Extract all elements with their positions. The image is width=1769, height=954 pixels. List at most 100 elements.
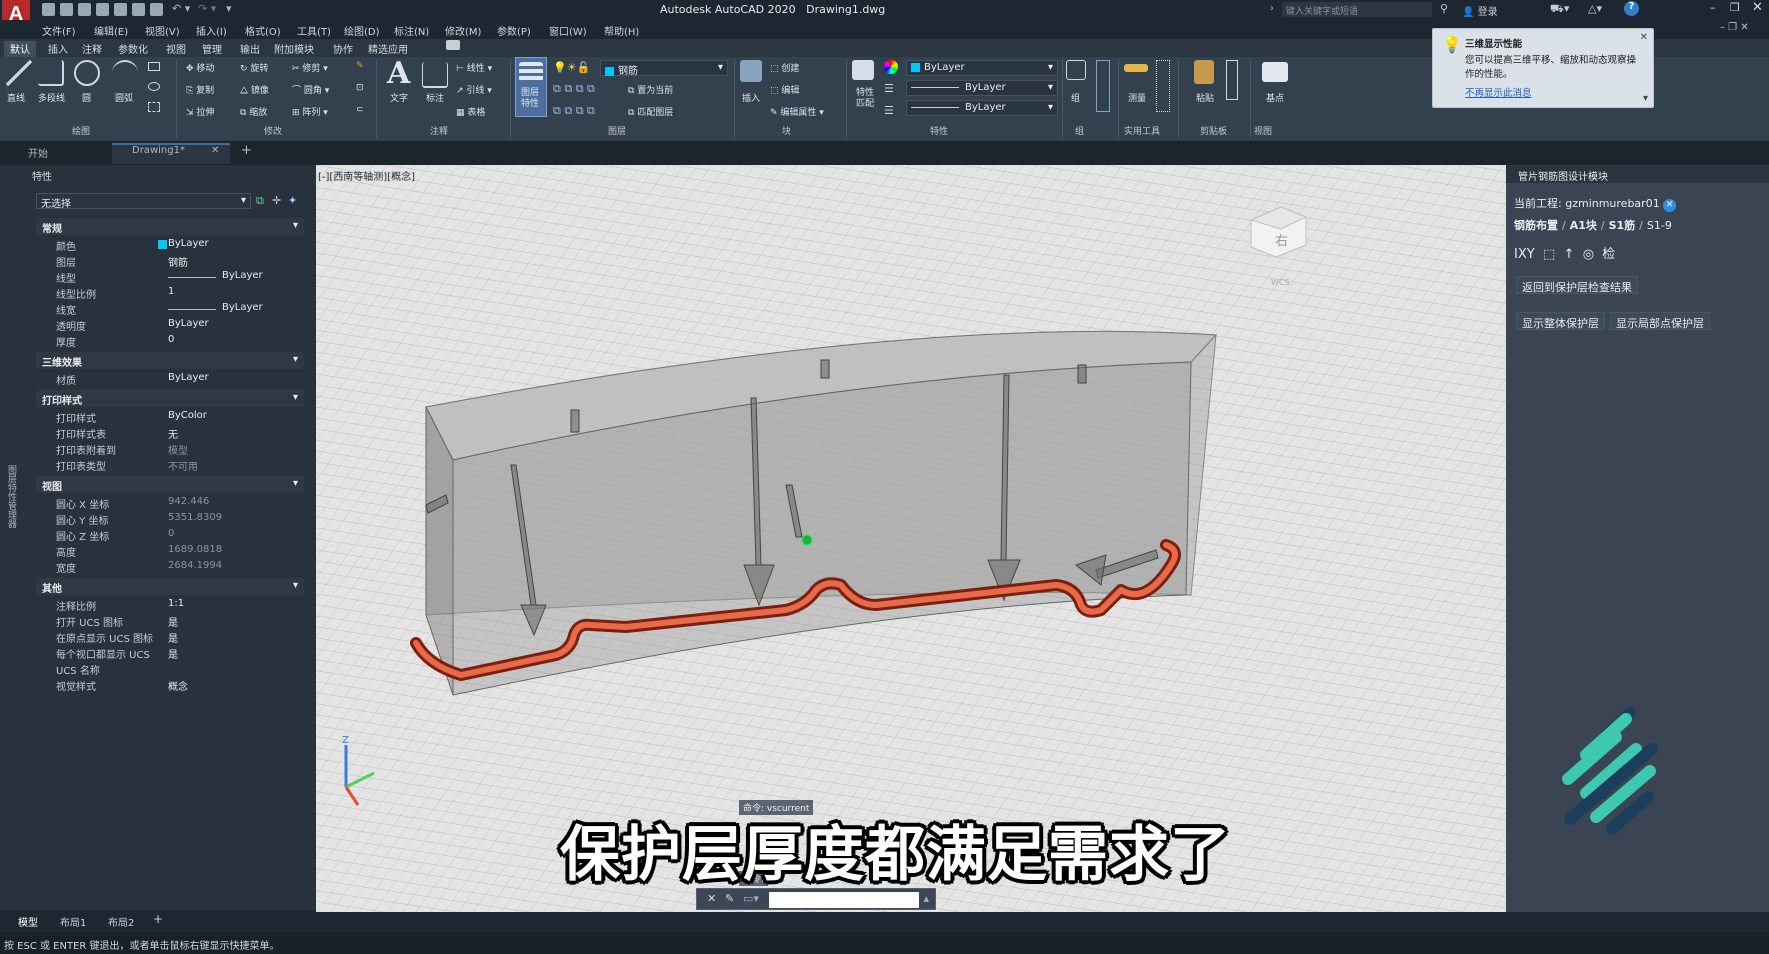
property-value[interactable]: 概念 bbox=[168, 678, 188, 693]
leader-button[interactable]: ↗ 引线 ▾ bbox=[456, 83, 492, 96]
a360-icon[interactable]: △▾ bbox=[1588, 2, 1602, 15]
ribbon-tab[interactable]: 插入 bbox=[42, 41, 74, 56]
property-value[interactable]: 是 bbox=[168, 630, 178, 645]
property-value[interactable]: 0 bbox=[168, 334, 174, 345]
quick-select-icon[interactable]: ⧉ bbox=[256, 194, 264, 208]
move-button[interactable]: ✥ 移动 bbox=[186, 61, 214, 74]
up-arrow-icon[interactable]: ↑ bbox=[1564, 247, 1575, 262]
insert-block-icon[interactable] bbox=[740, 60, 762, 82]
new-file-icon[interactable] bbox=[42, 3, 55, 16]
target-icon[interactable]: ◎ bbox=[1583, 247, 1594, 262]
array-button[interactable]: ⊞ 阵列 ▾ bbox=[292, 105, 328, 118]
set-current-button[interactable]: ⧉ 置为当前 bbox=[628, 83, 673, 96]
breadcrumb-item[interactable]: A1块 bbox=[1570, 219, 1597, 232]
property-value[interactable]: 1:1 bbox=[168, 598, 184, 609]
property-value[interactable]: 942.446 bbox=[168, 496, 209, 507]
tooltip-dismiss-link[interactable]: 不再显示此消息 bbox=[1465, 85, 1645, 99]
property-row[interactable]: 材质 ByLayer bbox=[36, 370, 304, 388]
ribbon-tab[interactable]: 精选应用 bbox=[362, 41, 414, 56]
layers-panel-label[interactable]: 图层 bbox=[608, 124, 626, 137]
property-value[interactable]: ByLayer bbox=[222, 270, 263, 281]
cloud-icon[interactable] bbox=[114, 3, 127, 16]
table-button[interactable]: ▦ 表格 bbox=[456, 105, 485, 118]
base-button[interactable]: 基点 bbox=[1266, 91, 1284, 104]
ribbon-tab[interactable]: 参数化 bbox=[112, 41, 154, 56]
search-arrow-icon[interactable]: › bbox=[1270, 3, 1274, 14]
layer-manager-side-label[interactable]: 图层特性管理器 bbox=[4, 465, 16, 528]
mirror-button[interactable]: ⧋ 镜像 bbox=[240, 83, 269, 96]
login-link[interactable]: 👤 登录 bbox=[1462, 3, 1498, 18]
cart-icon[interactable]: ⛟▾ bbox=[1550, 2, 1569, 17]
model-canvas[interactable]: Z 右 WCS bbox=[316, 165, 1506, 912]
hatch-icon[interactable] bbox=[148, 102, 160, 112]
close-icon[interactable]: ✕ bbox=[1640, 32, 1648, 43]
linetype-dropdown[interactable]: ByLayer ▾ bbox=[906, 80, 1058, 96]
base-view-icon[interactable] bbox=[1262, 62, 1288, 82]
stretch-button[interactable]: ⇲ 拉伸 bbox=[186, 105, 214, 118]
ellipse-icon[interactable] bbox=[148, 82, 160, 91]
ucs-origin-marker[interactable] bbox=[801, 534, 813, 546]
linetype-icon[interactable]: ☰ bbox=[884, 82, 894, 95]
breadcrumb-item[interactable]: S1筋 bbox=[1609, 219, 1636, 232]
clipboard-panel-label[interactable]: 剪贴板 bbox=[1200, 124, 1227, 137]
utility-tools-icon[interactable] bbox=[1156, 60, 1170, 112]
paste-button[interactable]: 粘贴 bbox=[1196, 91, 1214, 104]
view-panel-label[interactable]: 视图 bbox=[1254, 124, 1272, 137]
tab-model[interactable]: 模型 bbox=[18, 914, 38, 929]
property-value[interactable]: 是 bbox=[168, 646, 178, 661]
property-row[interactable]: 打印表类型 不可用 bbox=[36, 456, 304, 474]
paste-icon[interactable] bbox=[1194, 60, 1214, 84]
menu-item[interactable]: 参数(P) bbox=[497, 23, 531, 38]
save-icon[interactable] bbox=[78, 3, 91, 16]
property-value[interactable]: 无 bbox=[168, 426, 178, 441]
menu-item[interactable]: 窗口(W) bbox=[549, 23, 587, 38]
annotation-panel-label[interactable]: 注释 bbox=[430, 124, 448, 137]
drawing-viewport[interactable]: Z 右 WCS [-][西南等轴测][概念] 命令: vscurrent 命令:… bbox=[316, 165, 1506, 912]
pickadd-icon[interactable]: ✦ bbox=[288, 194, 297, 207]
return-to-check-results-button[interactable]: 返回到保护层检查结果 bbox=[1516, 276, 1638, 294]
minimize-icon[interactable]: – bbox=[1710, 1, 1716, 14]
polyline-icon[interactable] bbox=[38, 60, 64, 86]
pencil-icon[interactable]: ✎ bbox=[356, 61, 364, 71]
insert-button[interactable]: 插入 bbox=[742, 91, 760, 104]
lineweight-dropdown[interactable]: ByLayer ▾ bbox=[906, 100, 1058, 116]
open-file-icon[interactable] bbox=[60, 3, 73, 16]
menu-item[interactable]: 修改(M) bbox=[445, 23, 481, 38]
property-value[interactable]: 钢筋 bbox=[168, 254, 188, 269]
ribbon-tab[interactable]: 注释 bbox=[76, 41, 108, 56]
rotate-button[interactable]: ↻ 旋转 bbox=[240, 61, 268, 74]
modify-panel-label[interactable]: 修改 bbox=[264, 124, 282, 137]
undo-icon[interactable]: ↶ ▾ bbox=[172, 2, 190, 15]
ribbon-tab[interactable]: 协作 bbox=[327, 41, 359, 56]
add-tab-button[interactable]: + bbox=[241, 143, 252, 158]
redo-icon[interactable]: ↷ ▾ bbox=[198, 2, 216, 15]
color-wheel-icon[interactable] bbox=[884, 60, 898, 74]
measure-icon[interactable] bbox=[1124, 64, 1148, 72]
chevron-down-icon[interactable]: ▾ bbox=[1643, 93, 1648, 104]
layer-tools-row1[interactable]: ⧉ ⧉ ⧉ ⧉ bbox=[553, 82, 595, 96]
search-input[interactable]: 键入关键字或短语 bbox=[1282, 2, 1432, 17]
save-as-icon[interactable] bbox=[96, 3, 109, 16]
polyline-button[interactable]: 多段线 bbox=[38, 91, 65, 104]
property-value[interactable]: 1 bbox=[168, 286, 174, 297]
show-local-cover-button[interactable]: 显示局部点保护层 bbox=[1610, 312, 1710, 330]
property-value[interactable]: ByLayer bbox=[168, 372, 209, 383]
check-icon[interactable]: 检 bbox=[1602, 247, 1615, 262]
breadcrumb-item[interactable]: 钢筋布置 bbox=[1514, 219, 1558, 232]
menu-item[interactable]: 视图(V) bbox=[145, 23, 180, 38]
group-tools-icon[interactable] bbox=[1096, 60, 1110, 112]
property-value[interactable]: 5351.8309 bbox=[168, 512, 222, 523]
property-row[interactable]: 宽度 2684.1994 bbox=[36, 558, 304, 576]
menu-item[interactable]: 绘图(D) bbox=[344, 23, 380, 38]
xy-icon[interactable]: IXY bbox=[1514, 247, 1535, 262]
help-icon[interactable]: ? bbox=[1624, 1, 1639, 16]
menu-item[interactable]: 标注(N) bbox=[394, 23, 429, 38]
copy-button[interactable]: ⎘ 复制 bbox=[186, 83, 214, 96]
property-section-header[interactable]: 三维效果 ▾ bbox=[36, 352, 304, 369]
rectangle-icon[interactable] bbox=[148, 62, 160, 71]
linear-button[interactable]: ⊢ 线性 ▾ bbox=[456, 61, 492, 74]
fillet-button[interactable]: ⌒ 圆角 ▾ bbox=[292, 83, 329, 96]
selection-dropdown[interactable]: 无选择 ▾ bbox=[36, 193, 251, 210]
command-input[interactable] bbox=[769, 892, 919, 908]
property-row[interactable]: 厚度 0 bbox=[36, 332, 304, 350]
